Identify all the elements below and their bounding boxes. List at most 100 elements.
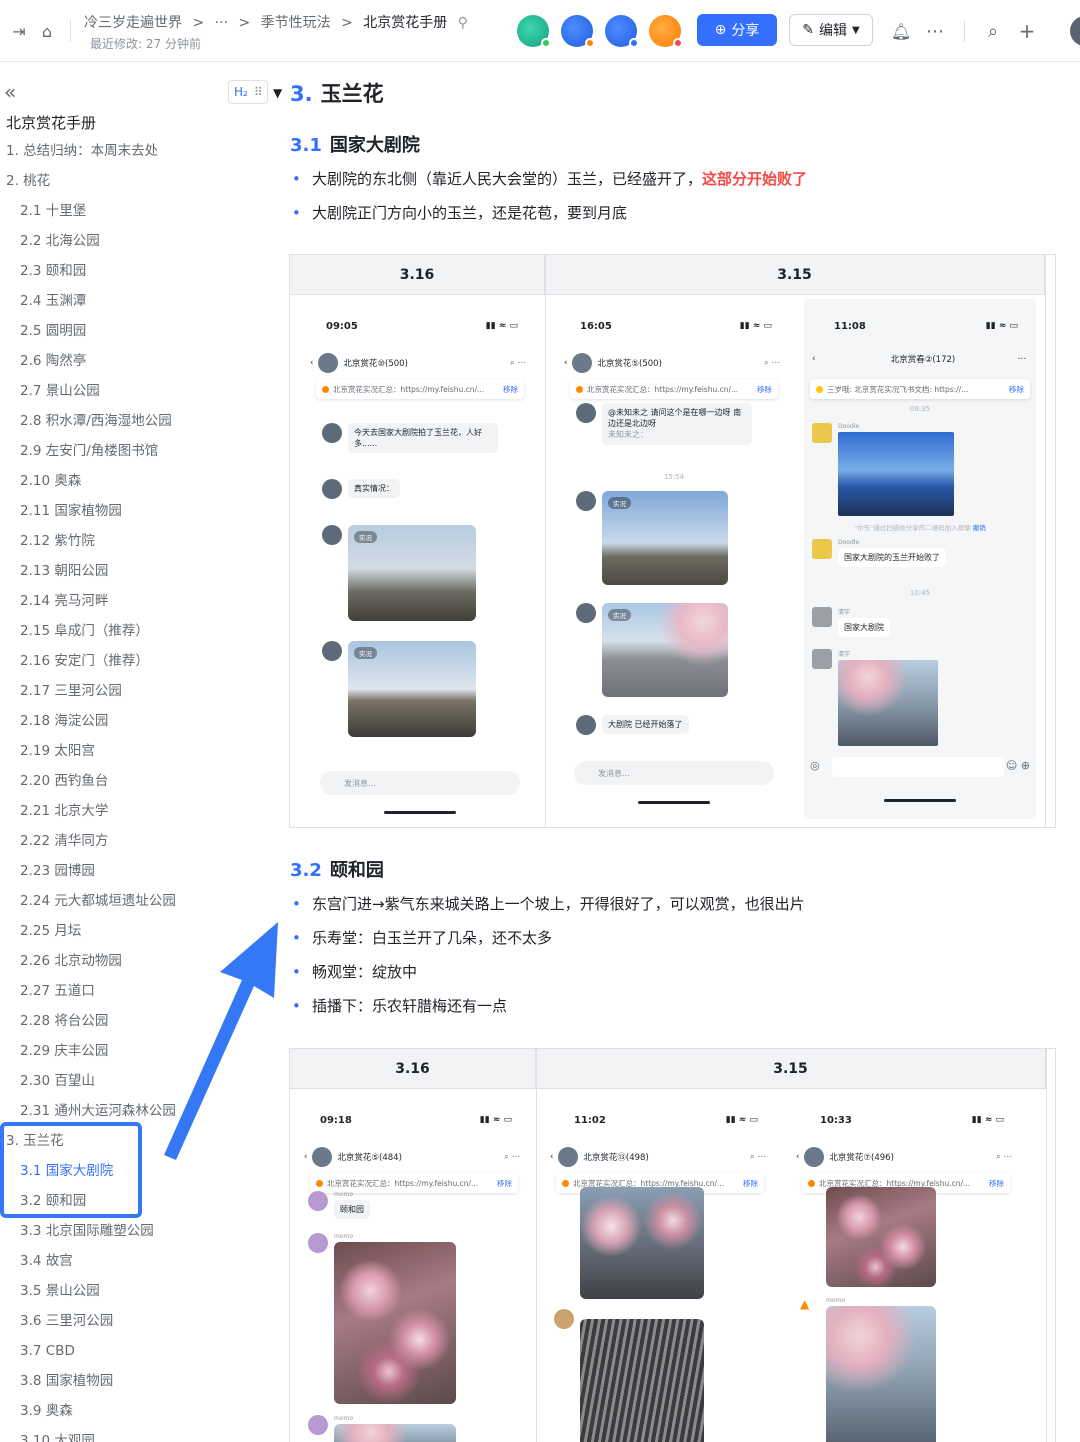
- chat-message: 真实情况：: [322, 479, 400, 499]
- toc-item[interactable]: 2.23 园博园: [0, 856, 200, 886]
- collaborator-avatar[interactable]: [517, 15, 551, 48]
- toc-item[interactable]: 2.10 奥森: [0, 466, 200, 496]
- heading-number: 3.1: [290, 135, 322, 156]
- chat-title: 北京赏春②(172): [890, 355, 956, 365]
- collapse-heading-icon[interactable]: ▼: [273, 86, 282, 100]
- photo-message: 实况: [348, 641, 476, 737]
- chat-header-icons: ⌕ ⋯: [996, 1152, 1012, 1162]
- toc-item[interactable]: 3.5 景山公园: [0, 1276, 200, 1306]
- toc-item[interactable]: 2.21 北京大学: [0, 796, 200, 826]
- collaborator-avatar[interactable]: [561, 15, 595, 48]
- pin-dot-icon: [576, 385, 583, 393]
- toc-item[interactable]: 2. 桃花: [0, 166, 200, 196]
- heading-magnolia: 3. 玉兰花: [290, 78, 384, 108]
- heading-level-badge[interactable]: H₂ ⠿: [228, 80, 268, 104]
- pin-icon[interactable]: ⚲: [458, 15, 468, 31]
- chevron-down-icon: ▼: [852, 24, 860, 36]
- home-icon[interactable]: ⌂: [36, 20, 58, 42]
- chat-screenshot: 16:05 ▮▮ ≈ ▭ ‹ 北京赏花⑤(500) ⌕ ⋯ 北京赏花实况汇总：htt…: [558, 299, 790, 819]
- collaborator-avatar[interactable]: [605, 15, 639, 48]
- message-text: 今天去国家大剧院拍了玉兰花，人好多......: [348, 423, 498, 454]
- drag-handle-icon[interactable]: ⠿: [254, 85, 263, 99]
- chat-header: ‹ 北京赏花⑤(484) ⌕ ⋯: [298, 1147, 530, 1167]
- toc-item[interactable]: 2.7 景山公园: [0, 376, 200, 406]
- chat-time-separator: 10:45: [909, 589, 931, 597]
- back-icon: ‹: [564, 358, 568, 368]
- pin-remove: 移除: [1009, 384, 1024, 394]
- chat-header: ‹ 北京赏花⑤(500) ⌕ ⋯: [558, 353, 790, 373]
- bullet-item: 插播下：乐农轩腊梅还有一点: [292, 995, 507, 1016]
- chat-message: ▲ momo: [800, 1297, 936, 1442]
- toc-title[interactable]: 北京赏花手册: [6, 112, 96, 133]
- pin-remove: 移除: [743, 1178, 758, 1188]
- toc-item[interactable]: 2.16 安定门（推荐）: [0, 646, 200, 676]
- voice-icon: ◎: [810, 759, 820, 772]
- collaborator-avatar[interactable]: [649, 15, 683, 48]
- toc-item[interactable]: 2.14 亮马河畔: [0, 586, 200, 616]
- message-body: momo 颐和园: [334, 1191, 370, 1220]
- bullet-item: 大剧院正门方向小的玉兰，还是花苞，要到月底: [292, 202, 627, 223]
- chat-screenshot: 09:18 ▮▮ ≈ ▭ ‹ 北京赏花⑤(484) ⌕ ⋯ 北京赏花实况汇总：htt…: [298, 1093, 530, 1442]
- globe-icon: ⊕: [714, 22, 727, 38]
- system-note: "尔东"通过扫描你分享的二维码加入群聊 撤销: [804, 522, 1036, 532]
- group-avatar: [572, 353, 593, 373]
- sender-avatar: [308, 1191, 328, 1211]
- toc-item[interactable]: 2.4 玉渊潭: [0, 286, 200, 316]
- bullet-item: 东宫门进→紫气东来城关路上一个坡上，开得很好了，可以观赏，也很出片: [292, 893, 805, 914]
- toc-item[interactable]: 3.3 北京国际雕塑公园: [0, 1216, 200, 1246]
- toc-item[interactable]: 3.6 三里河公园: [0, 1306, 200, 1336]
- breadcrumb: 冷三岁走遍世界 > ··· > 季节性玩法 > 北京赏花手册 ⚲: [84, 12, 474, 32]
- breadcrumb-more[interactable]: ···: [215, 15, 228, 31]
- breadcrumb-item[interactable]: 季节性玩法: [261, 15, 331, 31]
- pin-remove: 移除: [497, 1178, 512, 1188]
- message-bubble: @未知未之 请问这个是在哪一边呀 南边还是北边呀 未知未之：: [602, 403, 752, 445]
- chat-time-separator: 15:54: [663, 473, 685, 481]
- collapse-sidebar-icon[interactable]: «: [4, 80, 16, 104]
- toc-item[interactable]: 2.8 积水潭/西海湿地公园: [0, 406, 200, 436]
- toc-item[interactable]: 3.7 CBD: [0, 1336, 200, 1366]
- toc-sidebar: « 北京赏花手册 1. 总结归纳：本周末去处 2. 桃花 2.1 十里堡 2.2 北海…: [0, 62, 200, 1442]
- toc-item[interactable]: 3.8 国家植物园: [0, 1366, 200, 1396]
- back-icon: ‹: [550, 1152, 554, 1162]
- toc-item[interactable]: 2.13 朝阳公园: [0, 556, 200, 586]
- pencil-icon: ✎: [802, 22, 815, 38]
- edit-mode-dropdown[interactable]: ✎ 编辑 ▼: [789, 14, 873, 46]
- chat-message: 今天去国家大剧院拍了玉兰花，人好多......: [322, 423, 498, 454]
- user-avatar[interactable]: [1070, 16, 1080, 46]
- sender-avatar: [576, 603, 596, 623]
- bullet-item: 畅观堂：绽放中: [292, 961, 417, 982]
- table-header-cell: 3.15: [536, 1049, 1046, 1089]
- toc-item[interactable]: 2.20 西钓鱼台: [0, 766, 200, 796]
- phone-time: 11:08: [834, 321, 866, 332]
- toc-item[interactable]: 2.3 颐和园: [0, 256, 200, 286]
- share-button[interactable]: ⊕ 分享: [697, 14, 777, 46]
- bell-icon[interactable]: 🔔︎: [890, 20, 912, 42]
- plus-icon[interactable]: +: [1016, 19, 1038, 43]
- heading-text: 国家大剧院: [329, 135, 420, 156]
- toc-item[interactable]: 2.19 太阳宫: [0, 736, 200, 766]
- photo-message: [838, 432, 954, 516]
- toc-item[interactable]: 2.2 北海公园: [0, 226, 200, 256]
- sender-avatar: [576, 715, 596, 735]
- toc-item[interactable]: 2.15 阜成门（推荐）: [0, 616, 200, 646]
- toc-item[interactable]: 2.6 陶然亭: [0, 346, 200, 376]
- message-input: 发消息...: [574, 761, 774, 785]
- toc-item[interactable]: 2.5 圆明园: [0, 316, 200, 346]
- group-avatar: [312, 1147, 333, 1167]
- toc-item[interactable]: 2.1 十里堡: [0, 196, 200, 226]
- search-icon[interactable]: ⌕: [982, 20, 1004, 42]
- toc-item[interactable]: 2.22 清华同方: [0, 826, 200, 856]
- toc-item[interactable]: 3.9 奥森: [0, 1396, 200, 1426]
- toc-item[interactable]: 1. 总结归纳：本周末去处: [0, 136, 200, 166]
- breadcrumb-current[interactable]: 北京赏花手册: [363, 15, 447, 31]
- outline-toggle-icon[interactable]: ⇥: [8, 20, 30, 42]
- breadcrumb-item[interactable]: 冷三岁走遍世界: [84, 15, 182, 31]
- toc-item[interactable]: 3.4 故宫: [0, 1246, 200, 1276]
- toc-item[interactable]: 2.12 紫竹院: [0, 526, 200, 556]
- toc-item[interactable]: 3.10 大观园: [0, 1426, 200, 1442]
- toc-item[interactable]: 2.17 三里河公园: [0, 676, 200, 706]
- toc-item[interactable]: 2.18 海淀公园: [0, 706, 200, 736]
- toc-item[interactable]: 2.9 左安门/角楼图书馆: [0, 436, 200, 466]
- toc-item[interactable]: 2.11 国家植物园: [0, 496, 200, 526]
- more-icon[interactable]: ⋯: [924, 20, 946, 42]
